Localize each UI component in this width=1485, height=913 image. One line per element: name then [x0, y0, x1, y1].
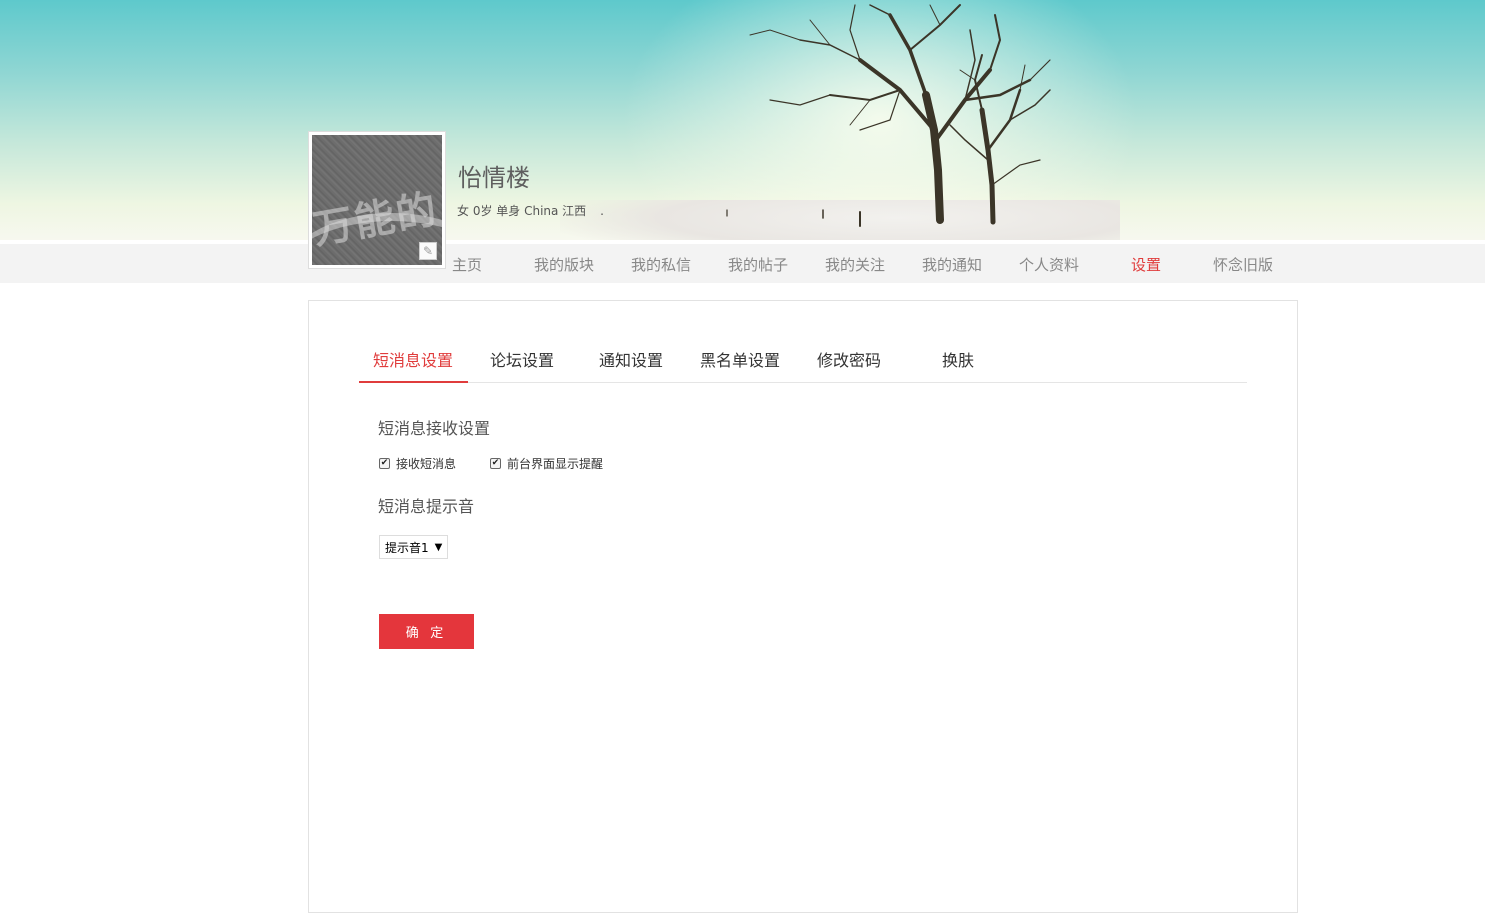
profile-info: 女 0岁 单身 China 江西.	[457, 202, 604, 219]
nav-my-follows[interactable]: 我的关注	[825, 254, 885, 275]
tab-message-settings[interactable]: 短消息设置	[373, 347, 453, 371]
profile-info-text: 女 0岁 单身 China 江西	[457, 204, 587, 218]
confirm-button[interactable]: 确 定	[379, 614, 474, 649]
nav-my-notifications[interactable]: 我的通知	[922, 254, 982, 275]
nav-my-messages[interactable]: 我的私信	[631, 254, 691, 275]
banner-trees-illustration	[726, 4, 1051, 227]
triangle-down-icon: ▼	[434, 541, 443, 553]
tab-change-skin[interactable]: 换肤	[942, 347, 974, 371]
tab-blacklist-settings[interactable]: 黑名单设置	[700, 347, 780, 371]
active-tab-underline	[359, 381, 468, 383]
nav-my-boards[interactable]: 我的版块	[534, 254, 594, 275]
check-icon[interactable]: ✔	[379, 458, 390, 469]
profile-banner	[0, 0, 1485, 240]
nav-settings[interactable]: 设置	[1131, 254, 1161, 275]
settings-panel: 短消息设置 论坛设置 通知设置 黑名单设置 修改密码 换肤 短消息接收设置 ✔ …	[308, 300, 1298, 913]
nav-profile[interactable]: 个人资料	[1019, 254, 1079, 275]
tab-change-password[interactable]: 修改密码	[817, 347, 881, 371]
pencil-icon[interactable]: ✎	[419, 242, 437, 260]
receive-messages-checkbox[interactable]: ✔ 接收短消息	[379, 455, 456, 472]
receive-messages-label: 接收短消息	[396, 457, 457, 471]
sound-settings-title: 短消息提示音	[378, 497, 475, 516]
frontend-reminder-checkbox[interactable]: ✔ 前台界面显示提醒	[490, 455, 603, 472]
notification-sound-select[interactable]: 提示音1 ▼	[379, 535, 449, 559]
tab-notification-settings[interactable]: 通知设置	[599, 347, 663, 371]
frontend-reminder-label: 前台界面显示提醒	[507, 457, 604, 471]
tab-divider	[359, 382, 1247, 383]
check-icon[interactable]: ✔	[490, 458, 501, 469]
receive-settings-title: 短消息接收设置	[378, 419, 491, 438]
sound-select-value: 提示音1	[385, 540, 429, 555]
profile-info-suffix: .	[600, 204, 604, 218]
avatar-image: 万能的 ✎	[312, 135, 442, 265]
nav-my-posts[interactable]: 我的帖子	[728, 254, 788, 275]
avatar[interactable]: 万能的 ✎	[308, 131, 446, 269]
profile-username: 怡情楼	[458, 164, 530, 192]
nav-home[interactable]: 主页	[452, 254, 482, 275]
nav-old-version[interactable]: 怀念旧版	[1213, 254, 1273, 275]
tab-forum-settings[interactable]: 论坛设置	[490, 347, 554, 371]
